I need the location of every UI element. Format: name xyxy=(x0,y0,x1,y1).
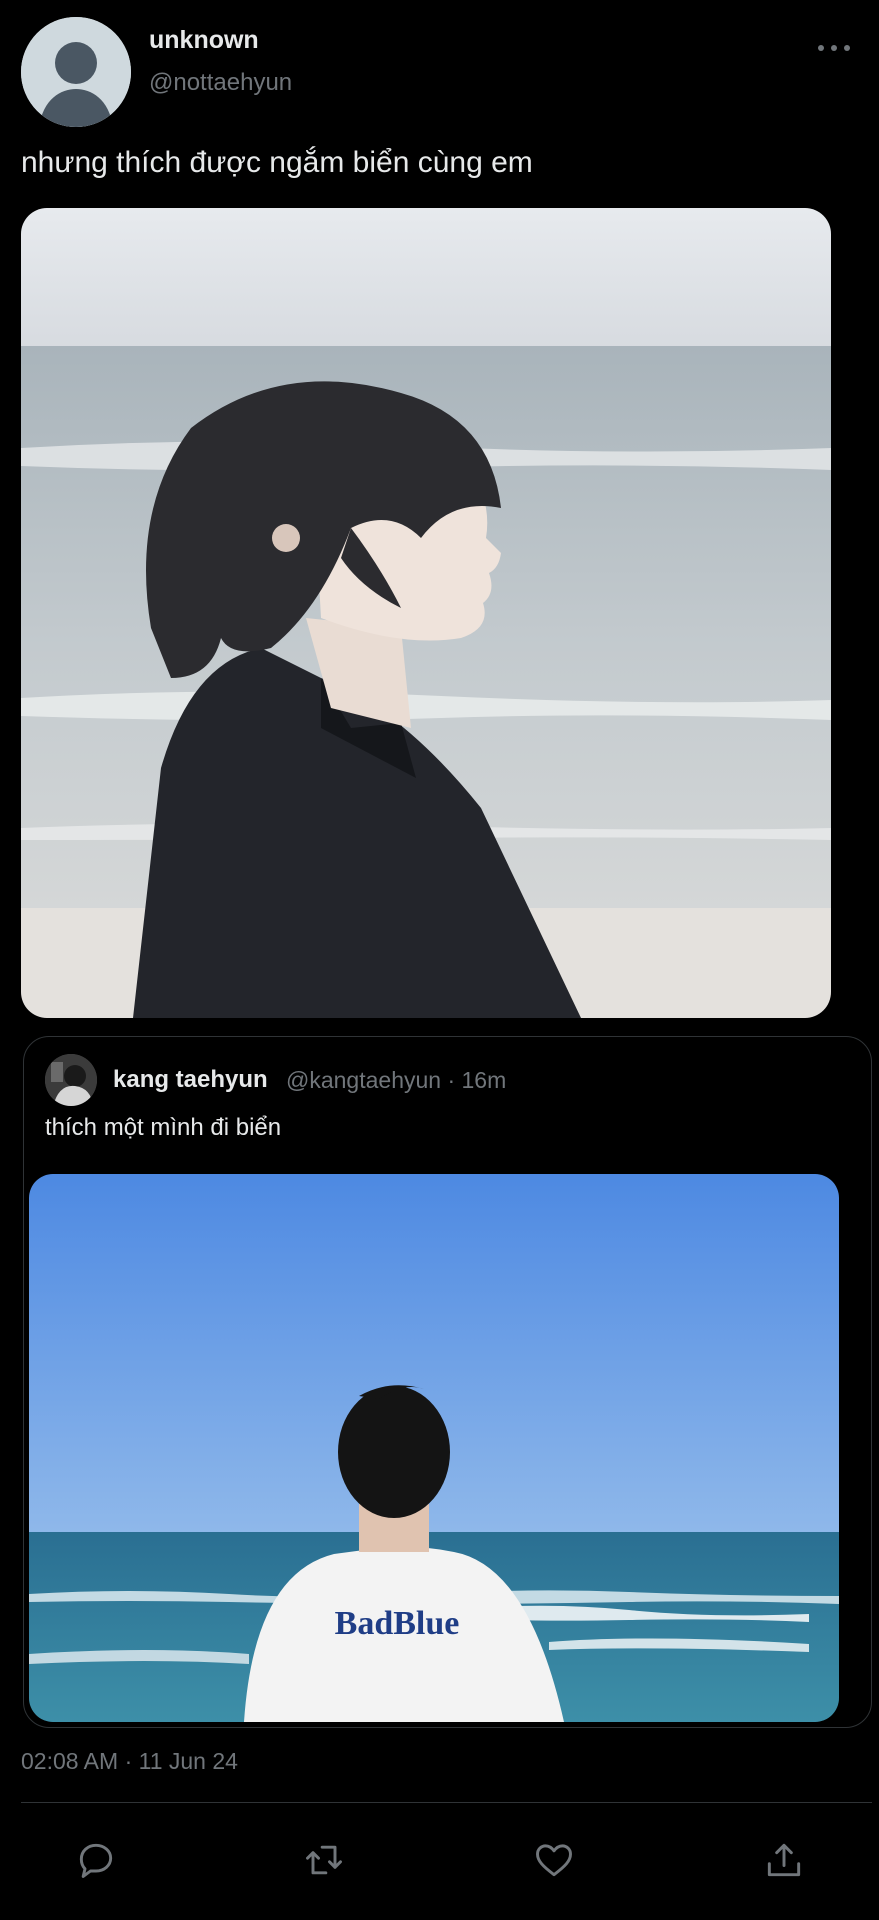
quoted-author-avatar[interactable] xyxy=(45,1054,97,1106)
quoted-display-name[interactable]: kang taehyun xyxy=(113,1066,268,1094)
quoted-handle-time: @kangtaehyun · 16m xyxy=(286,1067,507,1093)
quoted-photo[interactable]: BadBlue xyxy=(29,1174,839,1722)
share-icon xyxy=(767,1843,801,1877)
default-avatar-icon xyxy=(21,17,131,127)
quoted-tweet[interactable]: kang taehyun @kangtaehyun · 16m thích mộ… xyxy=(23,1036,872,1728)
reply-button[interactable] xyxy=(74,1838,118,1882)
share-button[interactable] xyxy=(762,1838,806,1882)
beach-back-view-image: BadBlue xyxy=(29,1174,839,1722)
retweet-button[interactable] xyxy=(302,1838,346,1882)
heart-icon xyxy=(536,1844,572,1877)
author-display-name[interactable]: unknown xyxy=(149,26,259,55)
tweet-text: nhưng thích được ngắm biển cùng em xyxy=(21,146,533,179)
divider xyxy=(21,1802,872,1803)
author-avatar[interactable] xyxy=(21,17,131,127)
tweet-timestamp[interactable]: 02:08 AM · 11 Jun 24 xyxy=(21,1748,238,1775)
profile-photo-icon xyxy=(45,1054,97,1106)
tweet-photo[interactable] xyxy=(21,208,831,1018)
shirt-logo-text: BadBlue xyxy=(335,1605,460,1642)
like-button[interactable] xyxy=(532,1838,576,1882)
retweet-icon xyxy=(306,1845,342,1875)
beach-portrait-image xyxy=(21,208,831,1018)
reply-icon xyxy=(79,1843,113,1878)
author-handle[interactable]: @nottaehyun xyxy=(149,69,292,97)
quoted-tweet-text: thích một mình đi biển xyxy=(45,1114,282,1141)
more-horizontal-icon[interactable] xyxy=(818,40,852,54)
